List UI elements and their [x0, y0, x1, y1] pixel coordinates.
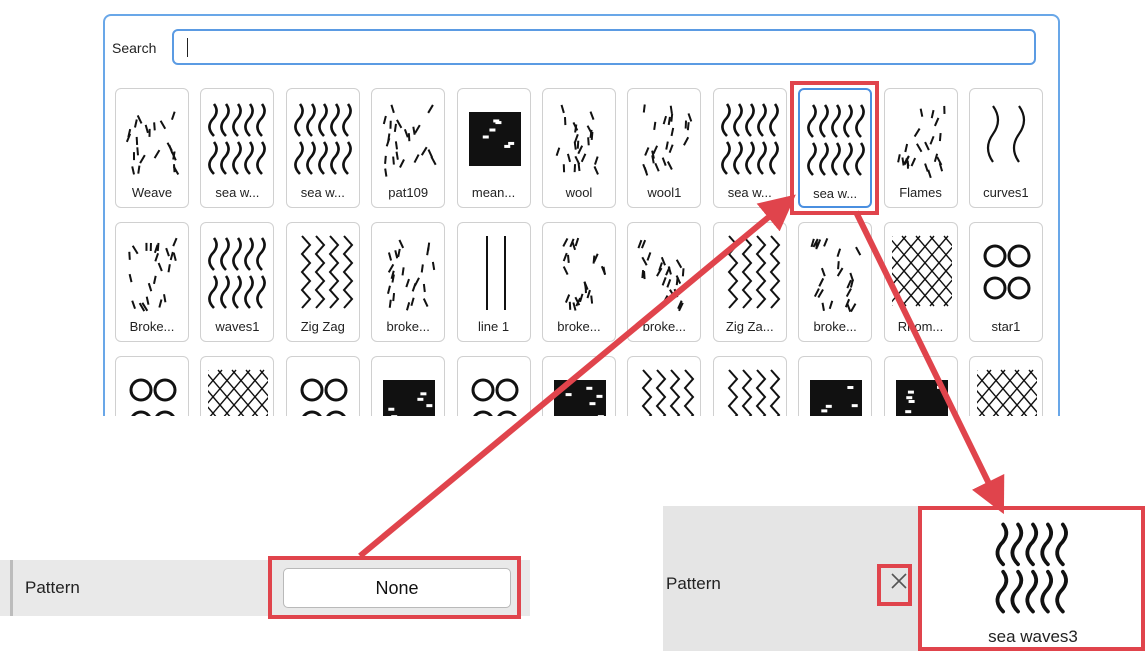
pattern-tile-label: broke...: [557, 319, 601, 334]
dashes-pattern-icon: [383, 104, 437, 177]
pattern-tile[interactable]: [115, 356, 189, 416]
pattern-tile-label: line 1: [478, 319, 510, 334]
pattern-tile[interactable]: sea w...: [200, 88, 275, 208]
wool-pattern-icon: [555, 104, 599, 175]
pattern-tile-label: Rhom...: [897, 319, 944, 334]
button-highlight: [268, 556, 521, 619]
wool1-pattern-icon: [642, 104, 693, 176]
meander-pattern-icon: [383, 380, 436, 416]
broken-diagonal-pattern-icon: [810, 237, 862, 313]
pattern-tile[interactable]: [200, 356, 275, 416]
pattern-tile[interactable]: Flames: [883, 88, 958, 208]
pattern-tile-label: Flames: [899, 185, 942, 200]
pattern-tile[interactable]: [371, 356, 446, 416]
pattern-tile-label: broke...: [386, 319, 430, 334]
pattern-tile[interactable]: Weave: [115, 88, 189, 208]
pattern-tile[interactable]: sea w...: [712, 88, 787, 208]
pattern-tile[interactable]: curves1: [968, 88, 1043, 208]
pattern-tile[interactable]: broke...: [627, 222, 702, 342]
pattern-tile[interactable]: [627, 356, 702, 416]
pattern-tile[interactable]: pat109: [371, 88, 446, 208]
search-input[interactable]: [172, 29, 1036, 65]
pattern-tile[interactable]: [285, 356, 360, 416]
ornament-pattern-icon: [300, 378, 348, 416]
pattern-tile[interactable]: wool: [541, 88, 616, 208]
pattern-tile[interactable]: broke...: [541, 222, 616, 342]
pattern-tile[interactable]: sea w...: [285, 88, 360, 208]
weave-pattern-icon: [125, 111, 180, 176]
cross-pattern-icon: [208, 369, 269, 416]
broken-diagonal-pattern-icon: [387, 239, 436, 311]
pattern-tile[interactable]: line 1: [456, 222, 531, 342]
pattern-tile-label: sea w...: [727, 185, 772, 200]
sea-waves-dense-pattern-icon: [293, 103, 352, 175]
herringbone-pattern-icon: [727, 369, 781, 416]
rhombus-pattern-icon: [891, 235, 952, 307]
search-label: Search: [112, 40, 157, 56]
pattern-tile[interactable]: Broke...: [115, 222, 189, 342]
pattern-tile-label: sea w...: [215, 185, 260, 200]
rings-pattern-icon: [471, 378, 519, 416]
pattern-grid: Weave sea w... sea w... pat109 mean... wool wo…: [115, 88, 1055, 416]
meander-pattern-icon: [895, 380, 948, 416]
row-edge: [10, 560, 13, 616]
pattern-tile-label: Weave: [131, 185, 173, 200]
pattern-tile[interactable]: Zig Zag: [285, 222, 360, 342]
pattern-tile[interactable]: Zig Za...: [712, 222, 787, 342]
pattern-tile-label: Zig Za...: [725, 319, 774, 334]
text-caret: [187, 38, 188, 57]
broken-diagonal-pattern-icon: [637, 239, 685, 312]
zigzag-pattern-icon: [300, 235, 354, 309]
pattern-tile[interactable]: [798, 356, 873, 416]
meander-pattern-icon: [553, 380, 606, 416]
pattern-tile[interactable]: wool1: [627, 88, 702, 208]
pattern-picker-panel: Search Weave sea w... sea w... pat109 mean..…: [103, 14, 1060, 416]
waves-pattern-icon: [208, 237, 267, 309]
pattern-tile[interactable]: [712, 356, 787, 416]
meander-pattern-icon: [468, 112, 521, 166]
preview-highlight: [918, 506, 1145, 651]
pattern-tile[interactable]: mean...: [456, 88, 531, 208]
broken-diagonal-pattern-icon: [562, 237, 606, 311]
pattern-tile-label: mean...: [471, 185, 516, 200]
selected-tile-highlight: [790, 81, 879, 215]
pattern-label: Pattern: [25, 578, 80, 597]
cross-pattern-icon: [976, 369, 1037, 416]
pattern-tile[interactable]: Rhom...: [883, 222, 958, 342]
pattern-tile-label: Zig Zag: [300, 319, 345, 334]
pattern-tile-label: Broke...: [129, 319, 175, 334]
star-pattern-icon: [129, 378, 177, 416]
pattern-tile-label: curves1: [983, 185, 1029, 200]
herringbone-pattern-icon: [642, 369, 695, 416]
flames-pattern-icon: [896, 105, 946, 179]
pattern-tile-label: star1: [991, 319, 1021, 334]
star-pattern-icon: [983, 244, 1031, 300]
weave-pattern-icon: [810, 380, 863, 416]
curves-pattern-icon: [986, 105, 1026, 163]
pattern-tile[interactable]: [968, 356, 1043, 416]
pattern-tile[interactable]: [541, 356, 616, 416]
pattern-tile[interactable]: star1: [968, 222, 1043, 342]
pattern-tile[interactable]: waves1: [200, 222, 275, 342]
pattern-label: Pattern: [666, 574, 721, 593]
pattern-tile-label: wool1: [647, 185, 682, 200]
sea-waves-pattern-icon: [208, 103, 267, 175]
pattern-tile-label: sea w...: [300, 185, 345, 200]
clear-button-highlight: [877, 564, 912, 606]
pattern-tile-label: broke...: [642, 319, 687, 334]
pattern-tile-label: waves1: [215, 319, 260, 334]
sea-waves-pattern-icon: [720, 103, 779, 175]
pattern-tile-label: wool: [565, 185, 593, 200]
pattern-tile-label: pat109: [388, 185, 429, 200]
zigzag-pattern-icon: [727, 235, 781, 309]
vertical-lines-pattern-icon: [485, 236, 506, 310]
pattern-tile[interactable]: broke...: [798, 222, 873, 342]
pattern-tile[interactable]: [456, 356, 531, 416]
broken-lines-pattern-icon: [128, 237, 178, 312]
pattern-tile-label: broke...: [813, 319, 857, 334]
pattern-tile[interactable]: broke...: [371, 222, 446, 342]
pattern-tile[interactable]: [883, 356, 958, 416]
